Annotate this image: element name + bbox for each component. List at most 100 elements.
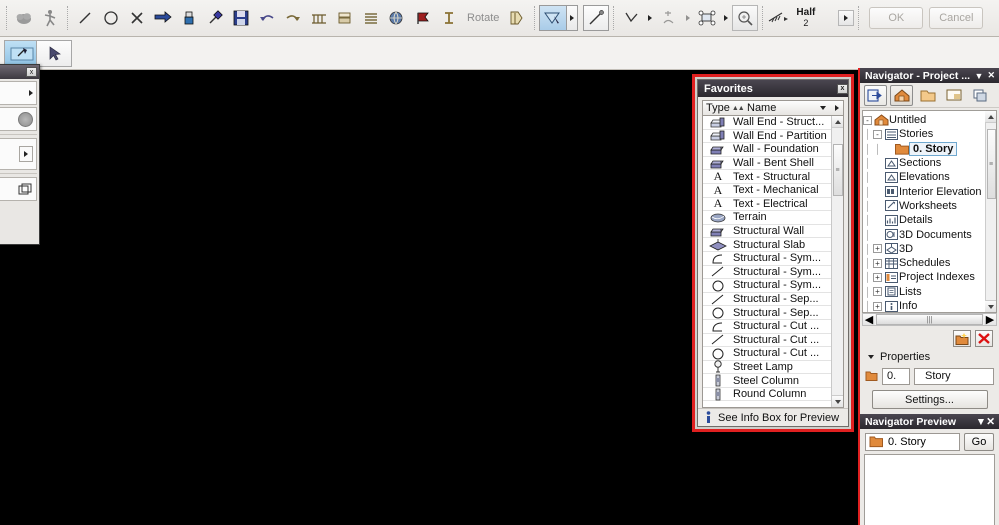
intersection-snap-icon[interactable] bbox=[656, 5, 682, 31]
navigator-popup-icon[interactable] bbox=[864, 84, 887, 106]
tree-horizontal-scrollbar[interactable]: ◀ ||| ▶ bbox=[862, 313, 997, 326]
favorites-scrollbar[interactable]: ≡ bbox=[831, 116, 843, 407]
paint-bucket-icon[interactable] bbox=[176, 5, 202, 31]
tree-expander-icon[interactable]: + bbox=[873, 244, 882, 254]
settings-button[interactable]: Settings... bbox=[871, 390, 988, 409]
favorites-row[interactable]: Structural - Cut ... bbox=[703, 347, 831, 361]
project-map-icon[interactable] bbox=[890, 84, 913, 106]
info-box-titlebar[interactable]: x bbox=[0, 65, 39, 79]
close-icon[interactable]: x bbox=[837, 83, 848, 94]
group-icon[interactable] bbox=[306, 5, 332, 31]
scroll-up-icon[interactable] bbox=[831, 116, 843, 128]
tree-expander-icon[interactable]: + bbox=[873, 301, 882, 311]
fill-swatch-row[interactable] bbox=[0, 107, 37, 131]
column-header-name[interactable]: Name bbox=[747, 102, 815, 114]
filter-icon[interactable] bbox=[815, 106, 831, 110]
new-story-button[interactable] bbox=[953, 330, 971, 347]
undo-icon[interactable] bbox=[254, 5, 280, 31]
expand-panel-icon[interactable] bbox=[831, 105, 843, 111]
navigator-titlebar[interactable]: Navigator - Project ... ▼ ✕ bbox=[860, 68, 999, 83]
info-box-palette[interactable]: x bbox=[0, 64, 40, 245]
special-snap-icon[interactable] bbox=[694, 5, 720, 31]
ok-button[interactable]: OK bbox=[869, 7, 924, 29]
mirror-icon[interactable] bbox=[504, 5, 530, 31]
angle-snap-icon[interactable] bbox=[618, 5, 644, 31]
properties-header[interactable]: Properties bbox=[860, 348, 999, 366]
favorites-row[interactable]: Structural Wall bbox=[703, 225, 831, 239]
arrow-tool-icon[interactable] bbox=[36, 40, 72, 67]
layers-icon[interactable] bbox=[332, 5, 358, 31]
snap-guide-icon[interactable] bbox=[539, 5, 568, 31]
favorites-row[interactable]: Street Lamp bbox=[703, 360, 831, 375]
tree-item-stories[interactable]: │ - Stories bbox=[863, 127, 985, 141]
favorites-row[interactable]: Wall End - Struct... bbox=[703, 116, 831, 130]
layout-book-icon[interactable] bbox=[942, 85, 965, 106]
tree-item-project-indexes[interactable]: │ + Project Indexes bbox=[863, 270, 985, 284]
divisions-icon[interactable] bbox=[767, 5, 791, 31]
redo-icon[interactable] bbox=[280, 5, 306, 31]
favorites-list[interactable]: Wall End - Struct... Wall End - Partition… bbox=[702, 116, 844, 408]
chevron-down-icon[interactable]: ▼ bbox=[975, 71, 984, 81]
angle-snap-dropdown[interactable] bbox=[644, 5, 656, 31]
favorites-row[interactable]: Structural - Cut ... bbox=[703, 320, 831, 334]
tree-item-0-story[interactable]: │ │ 0. Story bbox=[863, 141, 985, 156]
save-icon[interactable] bbox=[228, 5, 254, 31]
scroll-up-icon[interactable] bbox=[985, 111, 996, 123]
navigator-preview-titlebar[interactable]: Navigator Preview ▼ ✕ bbox=[860, 414, 999, 429]
hscrollbar-thumb[interactable]: ||| bbox=[876, 314, 983, 325]
tree-item-lists[interactable]: │ + Lists bbox=[863, 285, 985, 299]
triangle-down-icon[interactable] bbox=[868, 355, 874, 359]
tree-item-untitled[interactable]: - Untitled bbox=[863, 113, 985, 127]
close-x-icon[interactable] bbox=[124, 5, 150, 31]
tree-item-elevations[interactable]: │ Elevations bbox=[863, 170, 985, 184]
layer-row[interactable] bbox=[0, 177, 37, 201]
overflow-arrow-icon[interactable] bbox=[838, 10, 855, 26]
fill-swatch-icon[interactable] bbox=[18, 111, 33, 127]
line-icon[interactable] bbox=[72, 5, 98, 31]
favorites-row[interactable]: Structural - Sym... bbox=[703, 279, 831, 293]
favorites-row[interactable]: Structural - Sep... bbox=[703, 306, 831, 320]
favorites-row[interactable]: Wall End - Partition bbox=[703, 130, 831, 144]
tree-expander-icon[interactable]: + bbox=[873, 272, 882, 282]
intersection-snap-dropdown[interactable] bbox=[682, 5, 694, 31]
snap-dropdown-arrow[interactable] bbox=[567, 5, 579, 31]
favorites-row[interactable]: Terrain bbox=[703, 211, 831, 225]
go-button[interactable]: Go bbox=[964, 432, 994, 451]
story-number-field[interactable]: 0. bbox=[882, 367, 910, 385]
publisher-sets-icon[interactable] bbox=[968, 85, 991, 106]
delete-story-button[interactable] bbox=[975, 330, 993, 347]
scroll-down-icon[interactable] bbox=[985, 300, 996, 312]
scroll-down-icon[interactable] bbox=[831, 395, 843, 407]
favorites-row[interactable]: Structural - Sep... bbox=[703, 293, 831, 307]
sort-ascending-icon[interactable]: ▲▲ bbox=[732, 105, 745, 112]
cloud-icon[interactable] bbox=[11, 5, 37, 31]
preview-current-item[interactable]: 0. Story bbox=[865, 432, 960, 451]
special-snap-dropdown[interactable] bbox=[720, 5, 732, 31]
tree-vertical-scrollbar[interactable]: ≡ bbox=[985, 111, 996, 312]
tree-item-worksheets[interactable]: │ Worksheets bbox=[863, 199, 985, 213]
tree-item-sections[interactable]: │ Sections bbox=[863, 156, 985, 170]
tree-item-schedules[interactable]: │ + Schedules bbox=[863, 256, 985, 270]
pen-color-row[interactable] bbox=[0, 81, 37, 105]
project-tree[interactable]: - Untitled │ - Stories │ │ 0. Story │ Sections │ El… bbox=[862, 110, 997, 313]
cancel-button[interactable]: Cancel bbox=[929, 7, 984, 29]
favorites-row[interactable]: A Text - Electrical bbox=[703, 196, 831, 212]
close-icon[interactable]: ✕ bbox=[986, 416, 995, 428]
figure-icon[interactable] bbox=[37, 5, 63, 31]
pointer-arrow-icon[interactable] bbox=[150, 5, 176, 31]
favorites-row[interactable]: Structural Slab bbox=[703, 238, 831, 252]
tree-expander-icon[interactable]: - bbox=[873, 129, 882, 139]
circle-icon[interactable] bbox=[98, 5, 124, 31]
scrollbar-thumb[interactable]: ≡ bbox=[986, 129, 996, 199]
favorites-row[interactable]: Structural - Sym... bbox=[703, 266, 831, 280]
text-cursor-icon[interactable] bbox=[436, 5, 462, 31]
scroll-right-icon[interactable]: ▶ bbox=[984, 314, 996, 326]
pen-tool-icon[interactable] bbox=[583, 5, 610, 31]
marquee-tool-icon[interactable] bbox=[4, 40, 40, 67]
tree-expander-icon[interactable]: + bbox=[873, 287, 882, 297]
tree-item-3d-documents[interactable]: │ 3D Documents bbox=[863, 227, 985, 241]
flag-icon[interactable] bbox=[410, 5, 436, 31]
scroll-left-icon[interactable]: ◀ bbox=[863, 314, 875, 326]
close-icon[interactable]: x bbox=[26, 67, 37, 77]
column-header-type[interactable]: Type ▲▲ bbox=[703, 102, 747, 114]
